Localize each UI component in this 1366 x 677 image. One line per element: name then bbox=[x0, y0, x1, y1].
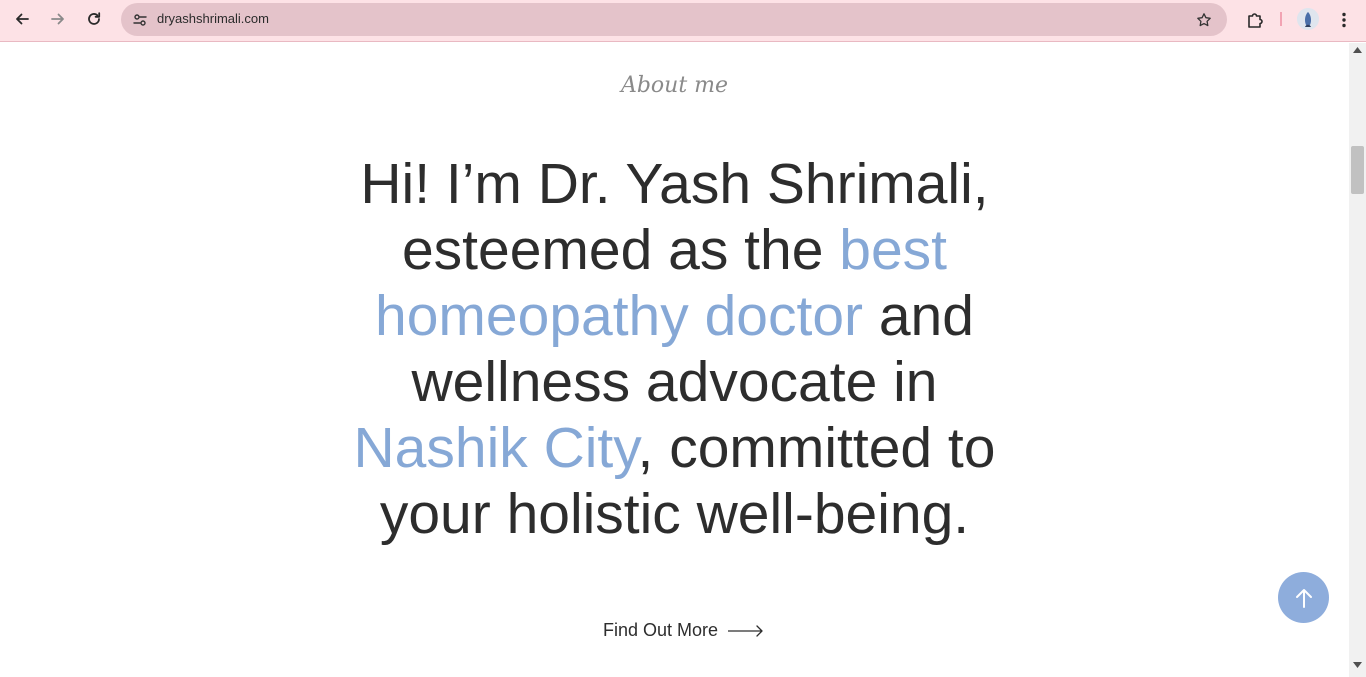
page-content: About me Hi! I’m Dr. Yash Shrimali, este… bbox=[0, 43, 1349, 677]
find-out-more-link[interactable]: Find Out More bbox=[603, 620, 764, 641]
page-scrollbar[interactable] bbox=[1349, 43, 1366, 677]
scrollbar-down-arrow-icon[interactable] bbox=[1352, 662, 1363, 670]
long-arrow-right-icon bbox=[728, 624, 763, 637]
section-label: About me bbox=[620, 73, 729, 98]
arrow-left-icon bbox=[16, 13, 29, 25]
toolbar-divider bbox=[1280, 12, 1282, 26]
url-text[interactable]: dryashshrimali.com bbox=[157, 11, 269, 26]
scroll-to-top-button[interactable] bbox=[1278, 572, 1329, 623]
avatar[interactable] bbox=[1297, 8, 1319, 30]
bookmark-button[interactable] bbox=[1193, 9, 1215, 31]
browser-menu-button[interactable] bbox=[1333, 7, 1355, 33]
address-bar[interactable]: dryashshrimali.com bbox=[121, 3, 1227, 36]
browser-toolbar: dryashshrimali.com bbox=[0, 0, 1366, 42]
scrollbar-up-arrow-icon[interactable] bbox=[1352, 47, 1363, 55]
find-out-more-label: Find Out More bbox=[603, 620, 719, 640]
site-info-button[interactable] bbox=[127, 7, 153, 33]
back-button[interactable] bbox=[6, 5, 38, 33]
headline-highlight-nashik-city: Nashik City bbox=[353, 416, 638, 480]
scrollbar-thumb[interactable] bbox=[1351, 146, 1364, 194]
reload-icon bbox=[88, 12, 101, 25]
extensions-button[interactable] bbox=[1242, 7, 1268, 33]
kebab-menu-icon bbox=[1342, 12, 1346, 28]
about-headline: Hi! I’m Dr. Yash Shrimali, esteemed as t… bbox=[320, 151, 1029, 547]
forward-button[interactable] bbox=[42, 5, 74, 33]
reload-button[interactable] bbox=[78, 5, 110, 33]
tune-icon bbox=[133, 14, 147, 26]
star-icon bbox=[1197, 13, 1211, 27]
puzzle-icon bbox=[1248, 13, 1263, 28]
profile-avatar-icon bbox=[1297, 8, 1319, 30]
arrow-up-icon bbox=[1295, 588, 1312, 608]
arrow-right-icon bbox=[51, 13, 64, 25]
